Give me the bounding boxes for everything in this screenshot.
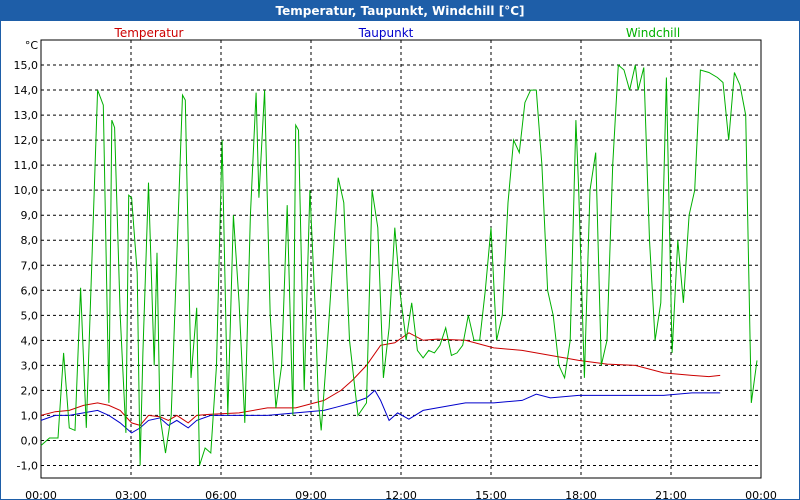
y-tick-label: 4,0 bbox=[21, 334, 39, 347]
x-tick-time: 18:00 bbox=[565, 489, 597, 499]
y-tick-label: 3,0 bbox=[21, 359, 39, 372]
legend: Temperatur Taupunkt Windchill bbox=[114, 26, 681, 40]
x-tick-time: 00:00 bbox=[25, 489, 57, 499]
y-tick-label: 13,0 bbox=[14, 109, 39, 122]
x-tick-time: 00:00 bbox=[745, 489, 777, 499]
y-tick-label: 6,0 bbox=[21, 284, 39, 297]
x-axis: 00:0002.01.2103:0002.01.2106:0002.01.210… bbox=[25, 489, 777, 499]
legend-taupunkt: Taupunkt bbox=[358, 26, 414, 40]
y-tick-label: 12,0 bbox=[14, 134, 39, 147]
y-tick-label: 5,0 bbox=[21, 309, 39, 322]
x-tick-time: 21:00 bbox=[655, 489, 687, 499]
y-tick-label: 15,0 bbox=[14, 59, 39, 72]
x-tick-time: 12:00 bbox=[385, 489, 417, 499]
y-tick-label: -1,0 bbox=[17, 459, 38, 472]
y-axis: -1,0 0,0 1,0 2,0 3,0 4,0 5,0 6,0 7,0 8,0 9,0 10,0 11… bbox=[14, 39, 39, 472]
x-tick-time: 06:00 bbox=[205, 489, 237, 499]
window-title: Temperatur, Taupunkt, Windchill [°C] bbox=[1, 1, 799, 21]
x-tick-time: 03:00 bbox=[115, 489, 147, 499]
y-tick-label: 0,0 bbox=[21, 434, 39, 447]
y-tick-label: 8,0 bbox=[21, 234, 39, 247]
chart-area: -1,0 0,0 1,0 2,0 3,0 4,0 5,0 6,0 7,0 8,0 9,0 10,0 11… bbox=[14, 26, 777, 499]
y-tick-label: 7,0 bbox=[21, 259, 39, 272]
y-tick-label: 10,0 bbox=[14, 184, 39, 197]
x-tick-time: 09:00 bbox=[295, 489, 327, 499]
y-tick-label: 11,0 bbox=[14, 159, 39, 172]
legend-windchill: Windchill bbox=[626, 26, 680, 40]
y-tick-label: 9,0 bbox=[21, 209, 39, 222]
y-tick-label: 14,0 bbox=[14, 84, 39, 97]
y-tick-label: 1,0 bbox=[21, 409, 39, 422]
x-tick-time: 15:00 bbox=[475, 489, 507, 499]
y-tick-label: 2,0 bbox=[21, 384, 39, 397]
y-unit-label: °C bbox=[25, 39, 39, 52]
legend-temperatur: Temperatur bbox=[114, 26, 184, 40]
chart-window: Temperatur, Taupunkt, Windchill [°C] -1,… bbox=[0, 0, 800, 500]
